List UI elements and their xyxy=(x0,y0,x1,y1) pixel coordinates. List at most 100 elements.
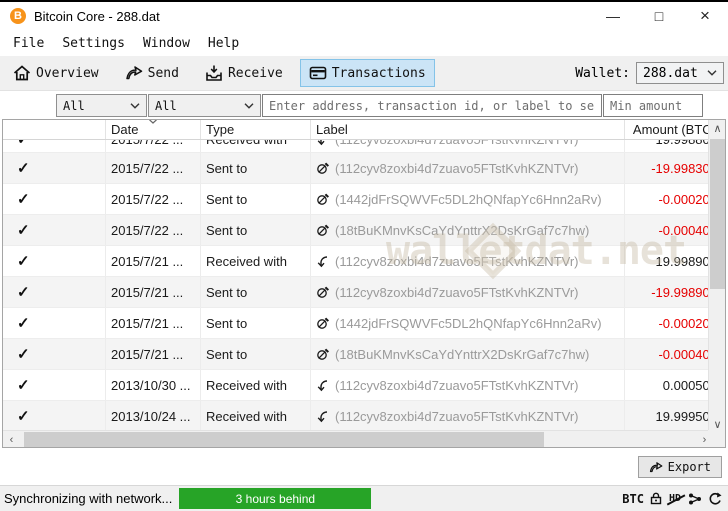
status-cell: ✓ xyxy=(3,215,106,245)
transactions-icon xyxy=(309,64,327,82)
no-label-sent-icon xyxy=(316,193,329,206)
table-row[interactable]: ✓2015/7/21 ...Sent to(112cyv8zoxbi4d7zua… xyxy=(3,277,710,308)
type-cell: Sent to xyxy=(201,184,311,214)
date-cell: 2015/7/21 ... xyxy=(106,246,201,276)
menu-item-file[interactable]: File xyxy=(4,33,53,54)
window-controls: — □ × xyxy=(590,2,728,30)
min-amount-input[interactable] xyxy=(603,94,703,117)
amount-cell: -0.000200 xyxy=(625,308,710,338)
label-cell: (112cyv8zoxbi4d7zuavo5FTstKvhKZNTVr) xyxy=(311,153,625,183)
scrollbar-corner xyxy=(708,430,725,447)
status-cell: ✓ xyxy=(3,370,106,400)
export-label: Export xyxy=(668,460,711,474)
column-header-date[interactable]: Date xyxy=(106,120,201,139)
received-address-icon xyxy=(316,255,329,268)
label-cell: (112cyv8zoxbi4d7zuavo5FTstKvhKZNTVr) xyxy=(311,401,625,431)
scroll-up-icon[interactable]: ∧ xyxy=(709,120,726,136)
wallet-select[interactable]: 288.dat xyxy=(636,62,724,84)
tab-send[interactable]: Send xyxy=(116,59,188,87)
scroll-left-icon[interactable]: ‹ xyxy=(3,431,20,448)
date-cell: 2015/7/22 ... xyxy=(106,153,201,183)
date-filter-dropdown[interactable]: All xyxy=(56,94,147,117)
confirmed-check-icon: ✓ xyxy=(17,407,30,425)
search-input[interactable] xyxy=(262,94,602,117)
table-row[interactable]: ✓2015/7/21 ...Received with(112cyv8zoxbi… xyxy=(3,246,710,277)
filter-bar: All All xyxy=(56,94,726,117)
transactions-table: Date Type Label Amount (BTC) ✓2015/7/22 … xyxy=(2,119,726,448)
table-row[interactable]: ✓2015/7/22 ...Sent to(1442jdFrSQWVFc5DL2… xyxy=(3,184,710,215)
network-connections-icon xyxy=(688,492,702,506)
type-cell: Sent to xyxy=(201,153,311,183)
minimize-button[interactable]: — xyxy=(590,2,636,30)
lock-icon xyxy=(650,492,662,505)
vertical-scroll-thumb[interactable] xyxy=(710,139,725,289)
confirmed-check-icon: ✓ xyxy=(17,283,30,301)
no-label-sent-icon xyxy=(316,162,329,175)
table-row[interactable]: ✓2015/7/21 ...Sent to(1442jdFrSQWVFc5DL2… xyxy=(3,308,710,339)
received-address-icon xyxy=(316,410,329,423)
sync-progress-bar: 3 hours behind xyxy=(179,488,371,509)
tab-overview[interactable]: Overview xyxy=(4,59,108,87)
table-row[interactable]: ✓2013/10/30 ...Received with(112cyv8zoxb… xyxy=(3,370,710,401)
address-text: (18tBuKMnvKsCaYdYnttrX2DsKrGaf7c7hw) xyxy=(335,347,589,362)
horizontal-scroll-thumb[interactable] xyxy=(24,432,544,447)
type-filter-dropdown[interactable]: All xyxy=(148,94,261,117)
status-cell: ✓ xyxy=(3,140,106,152)
export-button[interactable]: Export xyxy=(638,456,722,478)
status-bar: Synchronizing with network... 3 hours be… xyxy=(0,485,728,511)
confirmed-check-icon: ✓ xyxy=(17,221,30,239)
amount-cell: 19.998900 xyxy=(625,246,710,276)
type-cell: Received with xyxy=(201,140,311,152)
date-cell: 2013/10/24 ... xyxy=(106,401,201,431)
column-header-label[interactable]: Label xyxy=(311,120,625,139)
status-indicators: BTC HD xyxy=(622,492,722,506)
maximize-button[interactable]: □ xyxy=(636,2,682,30)
address-text: (112cyv8zoxbi4d7zuavo5FTstKvhKZNTVr) xyxy=(335,409,578,424)
close-button[interactable]: × xyxy=(682,2,728,30)
sort-descending-icon xyxy=(149,119,158,124)
unit-display: BTC xyxy=(622,492,644,506)
confirmed-check-icon: ✓ xyxy=(17,140,30,148)
date-cell: 2015/7/21 ... xyxy=(106,277,201,307)
status-cell: ✓ xyxy=(3,184,106,214)
wallet-label: Wallet: xyxy=(575,66,630,81)
tab-label: Overview xyxy=(36,66,99,81)
menu-item-help[interactable]: Help xyxy=(199,33,248,54)
type-filter-value: All xyxy=(155,99,177,113)
table-row[interactable]: ✓2015/7/22 ...Sent to(112cyv8zoxbi4d7zua… xyxy=(3,153,710,184)
send-icon xyxy=(125,64,143,82)
confirmed-check-icon: ✓ xyxy=(17,252,30,270)
vertical-scrollbar[interactable]: ∧ ∨ xyxy=(708,120,725,432)
table-row[interactable]: ✓2015/7/21 ...Sent to(18tBuKMnvKsCaYdYnt… xyxy=(3,339,710,370)
window-title: Bitcoin Core - 288.dat xyxy=(34,9,160,24)
table-row[interactable]: ✓2015/7/22 ...Sent to(18tBuKMnvKsCaYdYnt… xyxy=(3,215,710,246)
received-address-icon xyxy=(316,140,329,146)
hd-disabled-icon: HD xyxy=(668,493,682,504)
column-header-status[interactable] xyxy=(3,120,106,139)
amount-cell: -0.000200 xyxy=(625,184,710,214)
horizontal-scrollbar[interactable]: ‹ › xyxy=(3,430,713,447)
type-cell: Sent to xyxy=(201,215,311,245)
tab-label: Transactions xyxy=(332,66,426,81)
tab-label: Send xyxy=(148,66,179,81)
amount-cell: -19.998300 xyxy=(625,153,710,183)
table-row[interactable]: ✓2015/7/22 ...Received with(112cyv8zoxbi… xyxy=(3,140,710,153)
tab-transactions[interactable]: Transactions xyxy=(300,59,435,87)
tab-receive[interactable]: Receive xyxy=(196,59,292,87)
confirmed-check-icon: ✓ xyxy=(17,376,30,394)
date-cell: 2015/7/22 ... xyxy=(106,184,201,214)
menu-item-settings[interactable]: Settings xyxy=(53,33,134,54)
wallet-box: Wallet: 288.dat xyxy=(575,62,724,84)
no-label-sent-icon xyxy=(316,224,329,237)
sync-status-text: Synchronizing with network... xyxy=(4,491,172,506)
column-header-type[interactable]: Type xyxy=(201,120,311,139)
status-cell: ✓ xyxy=(3,401,106,431)
label-cell: (112cyv8zoxbi4d7zuavo5FTstKvhKZNTVr) xyxy=(311,246,625,276)
amount-cell: -0.000400 xyxy=(625,215,710,245)
column-header-amount[interactable]: Amount (BTC) xyxy=(625,120,710,139)
table-row[interactable]: ✓2013/10/24 ...Received with(112cyv8zoxb… xyxy=(3,401,710,432)
address-text: (112cyv8zoxbi4d7zuavo5FTstKvhKZNTVr) xyxy=(335,161,578,176)
menu-item-window[interactable]: Window xyxy=(134,33,199,54)
tab-label: Receive xyxy=(228,66,283,81)
label-cell: (18tBuKMnvKsCaYdYnttrX2DsKrGaf7c7hw) xyxy=(311,215,625,245)
